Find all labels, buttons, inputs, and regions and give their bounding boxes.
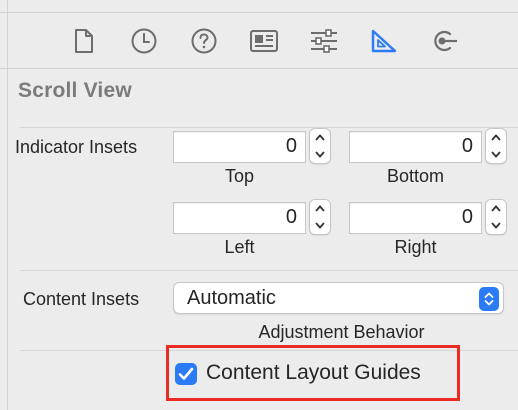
ruler-triangle-icon <box>371 29 397 53</box>
content-insets-value: Automatic <box>187 287 276 309</box>
help-icon <box>191 28 217 54</box>
popup-arrows-icon <box>479 287 499 311</box>
section-divider <box>20 127 518 128</box>
tab-quick-help-inspector[interactable] <box>184 23 224 59</box>
inspector-tab-bar <box>0 13 518 69</box>
stepper-down-arrow-icon[interactable] <box>310 146 330 163</box>
indicator-right-field[interactable]: 0 <box>349 202 482 234</box>
connections-icon <box>434 30 457 52</box>
tab-connections-inspector[interactable] <box>424 23 464 59</box>
indicator-left-caption: Left <box>224 237 255 257</box>
section-title: Scroll View <box>18 79 132 102</box>
insets-divider <box>20 270 518 271</box>
indicator-top-caption: Top <box>224 166 255 186</box>
indicator-bottom-stepper[interactable] <box>485 128 507 164</box>
indicator-top-field[interactable]: 0 <box>173 131 306 163</box>
indicator-bottom-field[interactable]: 0 <box>349 131 482 163</box>
top-divider <box>0 0 518 13</box>
content-layout-guides-label[interactable]: Content Layout Guides <box>206 361 421 385</box>
stepper-up-arrow-icon[interactable] <box>310 129 330 146</box>
stepper-up-arrow-icon[interactable] <box>486 129 506 146</box>
tab-history-inspector[interactable] <box>124 23 164 59</box>
stepper-up-arrow-icon[interactable] <box>310 200 330 217</box>
indicator-right-caption: Right <box>394 237 437 257</box>
stepper-down-arrow-icon[interactable] <box>486 217 506 234</box>
indicator-top-stepper[interactable] <box>309 128 331 164</box>
indicator-bottom-caption: Bottom <box>386 166 445 186</box>
tab-size-inspector[interactable] <box>364 23 404 59</box>
content-layout-guides-checkbox[interactable] <box>175 363 197 385</box>
tab-identity-inspector[interactable] <box>244 23 284 59</box>
history-icon <box>131 28 157 54</box>
stepper-down-arrow-icon[interactable] <box>486 146 506 163</box>
indicator-left-stepper[interactable] <box>309 199 331 235</box>
file-icon <box>75 29 93 53</box>
indicator-insets-label: Indicator Insets <box>15 137 138 157</box>
indicator-left-field[interactable]: 0 <box>173 202 306 234</box>
stepper-up-arrow-icon[interactable] <box>486 200 506 217</box>
content-insets-label: Content Insets <box>23 289 140 309</box>
checkmark-icon <box>178 367 194 380</box>
tab-file-inspector[interactable] <box>64 23 104 59</box>
stepper-down-arrow-icon[interactable] <box>310 217 330 234</box>
adjustment-behavior-caption: Adjustment Behavior <box>258 322 425 342</box>
sliders-icon <box>311 29 337 53</box>
identity-card-icon <box>250 30 278 52</box>
indicator-right-stepper[interactable] <box>485 199 507 235</box>
tab-attributes-inspector[interactable] <box>304 23 344 59</box>
content-insets-popup[interactable]: Automatic <box>173 282 504 314</box>
